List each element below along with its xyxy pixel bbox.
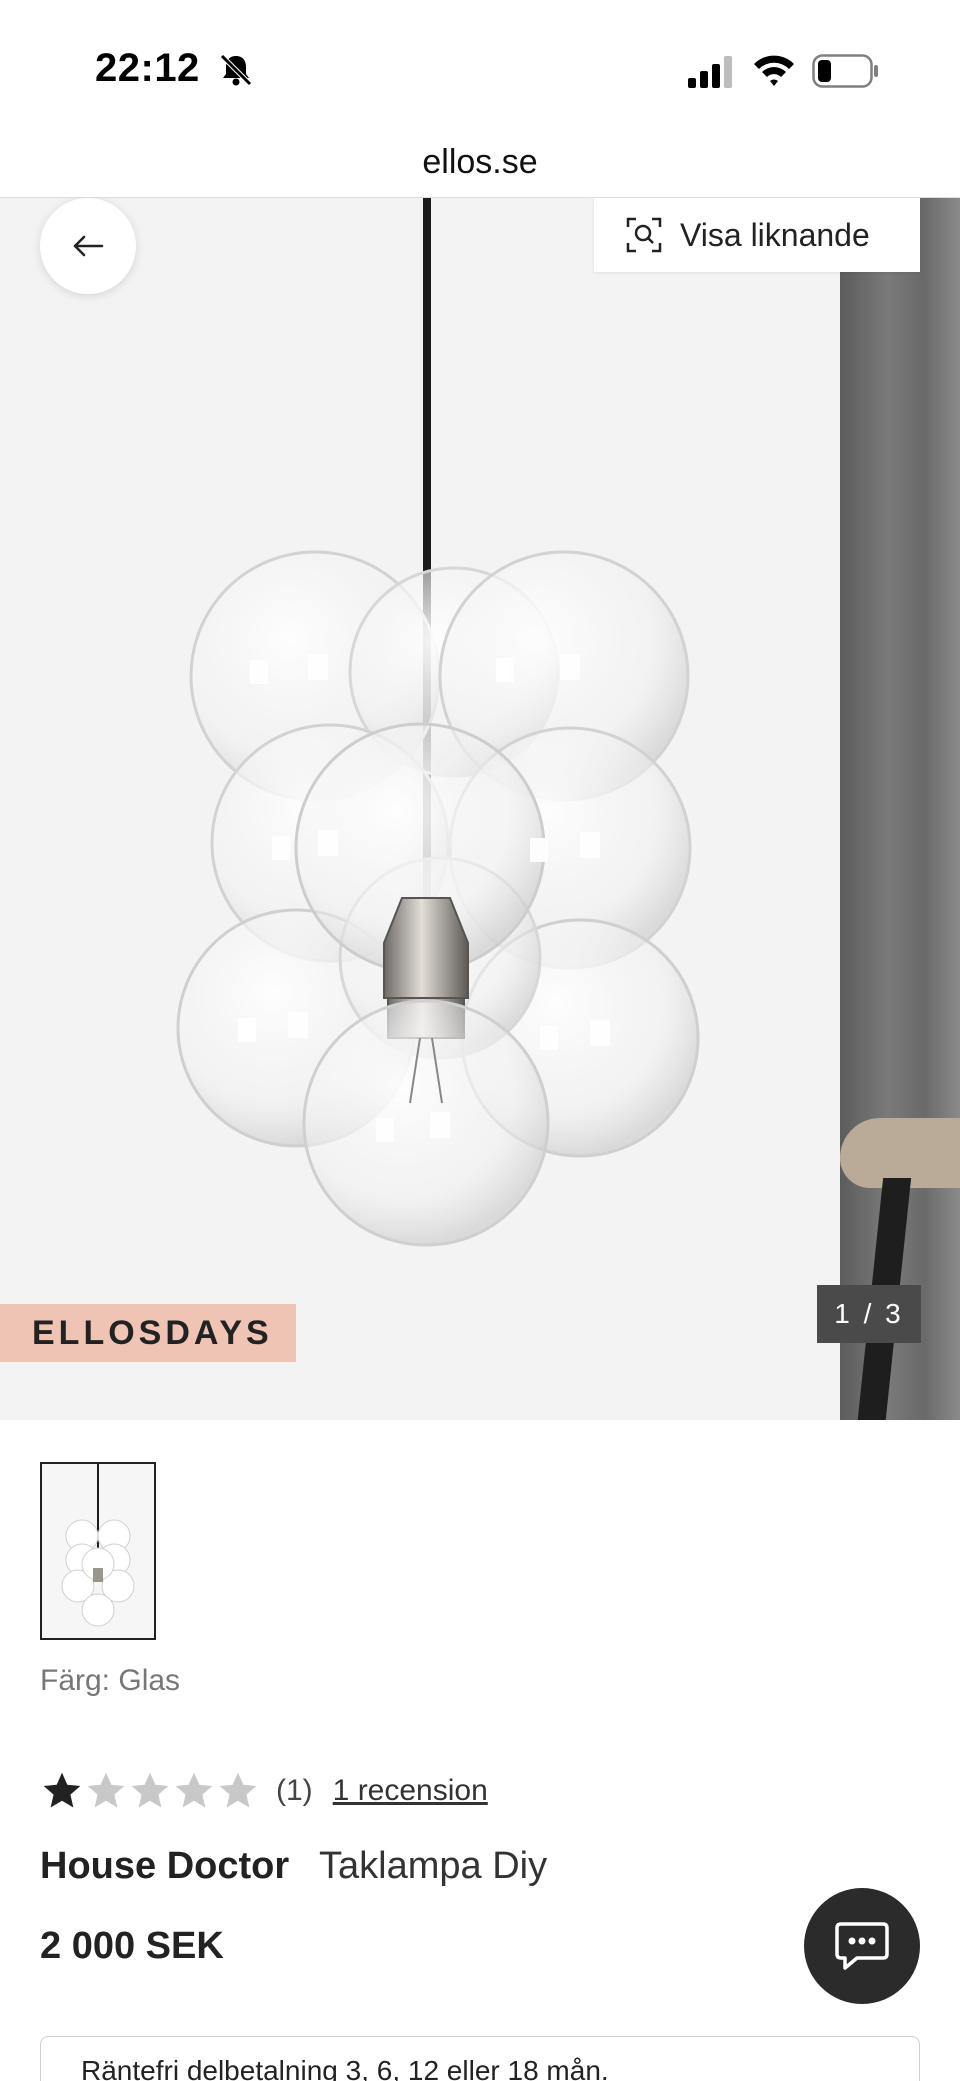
next-product-image-peek[interactable] [840,198,960,1420]
star-empty-icon [175,1772,213,1808]
product-brand: House Doctor [40,1845,290,1887]
battery-icon [812,54,878,88]
status-bar: 22:12 [0,0,960,132]
color-label: Färg: [40,1664,111,1697]
lamp-illustration [176,198,700,1247]
chat-bubble-icon [835,1922,889,1970]
wifi-icon [754,55,794,86]
bell-muted-icon [220,54,252,86]
reviews-link[interactable]: 1 recension [333,1774,488,1808]
star-empty-icon [87,1772,125,1808]
product-name: Taklampa Diy [319,1845,548,1887]
product-image-carousel[interactable]: Visa liknande ELLOSDAYS 1 / 3 [0,198,960,1420]
product-image [0,198,840,1420]
show-similar-button[interactable]: Visa liknande [594,198,920,272]
image-counter: 1 / 3 [817,1285,921,1343]
status-time: 22:12 [95,46,200,90]
star-empty-icon [131,1772,169,1808]
color-value: Glas [118,1664,181,1697]
rating[interactable]: (1) 1 recension [40,1768,488,1814]
promo-badge-text: ELLOSDAYS [32,1313,273,1352]
rating-count: (1) [276,1774,313,1807]
star-empty-icon [219,1772,257,1808]
product-price: 2 000 SEK [40,1925,224,1967]
star-filled-icon [43,1772,81,1808]
url-text: ellos.se [422,143,538,181]
installment-text: Räntefri delbetalning 3, 6, 12 eller 18 … [81,2055,609,2081]
product-title: House Doctor Taklampa Diy [40,1845,547,1888]
cellular-signal-icon [688,56,732,88]
promo-badge: ELLOSDAYS [0,1304,296,1362]
url-bar[interactable]: ellos.se [0,132,960,198]
installment-info[interactable]: Räntefri delbetalning 3, 6, 12 eller 18 … [40,2036,920,2081]
show-similar-label: Visa liknande [680,216,870,253]
arrow-left-icon [73,235,104,257]
color-info: Färg: Glas [40,1664,180,1698]
back-button[interactable] [40,198,136,294]
rating-stars [40,1769,260,1813]
thumbnail-lamp-image [61,1464,135,1627]
visual-search-icon [626,217,662,253]
chat-button[interactable] [804,1888,920,2004]
thumbnail-1[interactable] [40,1462,156,1640]
